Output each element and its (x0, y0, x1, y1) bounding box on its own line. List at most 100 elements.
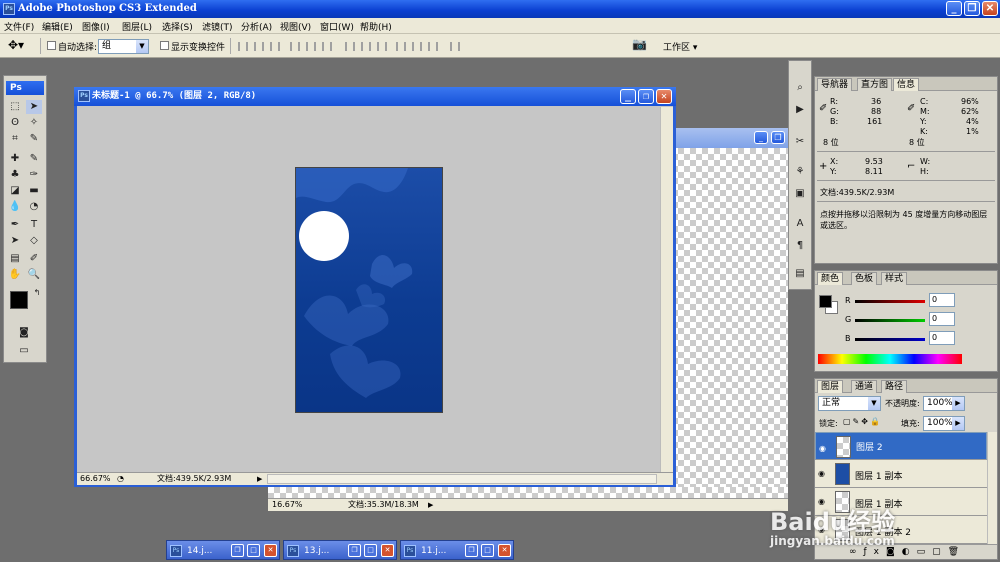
visibility-eye-icon[interactable]: ◉ (818, 469, 825, 478)
clone-source-icon[interactable]: ▣ (792, 187, 808, 201)
auto-select-dropdown[interactable]: 组 ▼ (98, 39, 149, 54)
menu-help[interactable]: 帮助(H) (360, 20, 392, 33)
minimized-document[interactable]: Ps 14.j... ❐ □ ✕ (166, 540, 280, 560)
tab-channels[interactable]: 通道 (851, 380, 878, 393)
clone-stamp-icon[interactable]: ♣ (7, 168, 23, 182)
foreground-color-swatch[interactable] (819, 295, 832, 308)
artwork-canvas[interactable] (295, 167, 443, 413)
gradient-tool-icon[interactable]: ▬ (26, 184, 42, 198)
distribute-top-icon[interactable] (345, 42, 355, 51)
document-titlebar[interactable]: Ps 未标题-1 @ 66.7% (图层 2, RGB/8) _ ❐ ✕ (74, 87, 676, 106)
marquee-tool-icon[interactable]: ⬚ (7, 100, 23, 114)
back-doc-minimize-button[interactable]: _ (754, 131, 768, 144)
swap-colors-icon[interactable]: ↰ (29, 286, 45, 300)
vertical-scrollbar[interactable] (660, 107, 673, 473)
type-tool-icon[interactable]: T (26, 218, 42, 232)
menu-analysis[interactable]: 分析(A) (241, 20, 272, 33)
close-button[interactable]: ✕ (982, 1, 998, 16)
tab-navigator[interactable]: 导航器 (817, 78, 853, 91)
tab-layers[interactable]: 图层 (817, 380, 844, 393)
blue-input[interactable]: 0 (929, 331, 955, 345)
align-right-icon[interactable] (322, 42, 332, 51)
align-left-icon[interactable] (290, 42, 300, 51)
horizontal-scrollbar[interactable] (267, 474, 657, 484)
distribute-left-icon[interactable] (396, 42, 406, 51)
magic-wand-icon[interactable]: ✧ (26, 116, 42, 130)
auto-select-checkbox[interactable] (47, 41, 56, 50)
menu-image[interactable]: 图像(I) (82, 20, 110, 33)
restore-icon[interactable]: ❐ (231, 544, 244, 557)
minimized-document[interactable]: Ps 11.j... ❐ □ ✕ (400, 540, 514, 560)
move-tool-icon[interactable]: ➤ (26, 100, 42, 114)
minimized-document[interactable]: Ps 13.j... ❐ □ ✕ (283, 540, 397, 560)
doc-minimize-button[interactable]: _ (620, 89, 636, 104)
screen-mode-icon[interactable]: ▭ (16, 344, 32, 358)
fill-input[interactable]: 100% ▶ (923, 416, 965, 431)
maximize-icon[interactable]: □ (481, 544, 494, 557)
maximize-icon[interactable]: □ (247, 544, 260, 557)
bridge-icon[interactable]: 📷 (632, 37, 647, 51)
lasso-tool-icon[interactable]: ʘ (7, 116, 23, 130)
layer-row[interactable]: ◉ 图层 1 副本 (815, 460, 987, 488)
actions-panel-icon[interactable]: ▶ (792, 103, 808, 117)
dodge-tool-icon[interactable]: ◔ (26, 200, 42, 214)
notes-tool-icon[interactable]: ▤ (7, 252, 23, 266)
align-hcenter-icon[interactable] (306, 42, 316, 51)
character-panel-icon[interactable]: A (792, 217, 808, 231)
menu-select[interactable]: 选择(S) (162, 20, 193, 33)
red-slider[interactable] (855, 300, 925, 303)
distribute-bottom-icon[interactable] (377, 42, 387, 51)
green-slider[interactable] (855, 319, 925, 322)
paragraph-panel-icon[interactable]: ¶ (792, 239, 808, 253)
tab-paths[interactable]: 路径 (881, 380, 908, 393)
tab-info[interactable]: 信息 (893, 78, 920, 91)
maximize-button[interactable]: ❐ (964, 1, 980, 16)
menu-edit[interactable]: 编辑(E) (42, 20, 73, 33)
color-spectrum-bar[interactable] (818, 354, 962, 364)
hand-tool-icon[interactable]: ✋ (7, 268, 23, 282)
layer-name[interactable]: 图层 2 (856, 442, 883, 455)
doc-close-button[interactable]: ✕ (656, 89, 672, 104)
eraser-tool-icon[interactable]: ◪ (7, 184, 23, 198)
menu-file[interactable]: 文件(F) (4, 20, 34, 33)
distribute-hcenter-icon[interactable] (412, 42, 422, 51)
status-menu-arrow-icon[interactable]: ▶ (428, 499, 433, 511)
doc-maximize-button[interactable]: ❐ (638, 89, 654, 104)
brushes-panel-icon[interactable]: ⚘ (792, 165, 808, 179)
healing-brush-icon[interactable]: ✚ (7, 152, 23, 166)
visibility-eye-icon[interactable]: ◉ (819, 442, 826, 455)
crop-tool-icon[interactable]: ⌗ (7, 132, 23, 146)
menu-window[interactable]: 窗口(W) (320, 20, 354, 33)
move-tool-icon[interactable]: ✥▾ (8, 38, 24, 52)
back-doc-maximize-button[interactable]: ❐ (771, 131, 785, 144)
quick-mask-icon[interactable]: ◙ (16, 326, 32, 340)
workspace-button[interactable]: 工作区 ▾ (663, 40, 697, 53)
blue-slider[interactable] (855, 338, 925, 341)
minimize-button[interactable]: _ (946, 1, 962, 16)
close-icon[interactable]: ✕ (264, 544, 277, 557)
blend-mode-dropdown[interactable]: 正常 ▼ (818, 396, 881, 411)
align-bottom-icon[interactable] (270, 42, 280, 51)
tool-presets-icon[interactable]: ✂ (792, 135, 808, 149)
status-menu-arrow-icon[interactable]: ▶ (257, 473, 262, 485)
layer-comps-icon[interactable]: ▤ (792, 267, 808, 281)
show-transform-checkbox[interactable] (160, 41, 169, 50)
distribute-right-icon[interactable] (428, 42, 438, 51)
document-zoom[interactable]: 66.67% (80, 473, 111, 485)
shape-tool-icon[interactable]: ◇ (26, 234, 42, 248)
slice-tool-icon[interactable]: ✎ (26, 132, 42, 146)
pen-tool-icon[interactable]: ✒ (7, 218, 23, 232)
layers-scrollbar[interactable] (987, 432, 997, 544)
align-top-icon[interactable] (238, 42, 248, 51)
zoom-tool-icon[interactable]: 🔍 (26, 268, 42, 282)
green-input[interactable]: 0 (929, 312, 955, 326)
maximize-icon[interactable]: □ (364, 544, 377, 557)
back-document-titlebar[interactable]: _ ❐ (672, 128, 788, 148)
restore-icon[interactable]: ❐ (465, 544, 478, 557)
close-icon[interactable]: ✕ (381, 544, 394, 557)
tab-styles[interactable]: 样式 (881, 272, 908, 285)
tab-color[interactable]: 颜色 (817, 272, 844, 285)
tab-swatches[interactable]: 色板 (851, 272, 878, 285)
red-input[interactable]: 0 (929, 293, 955, 307)
restore-icon[interactable]: ❐ (348, 544, 361, 557)
